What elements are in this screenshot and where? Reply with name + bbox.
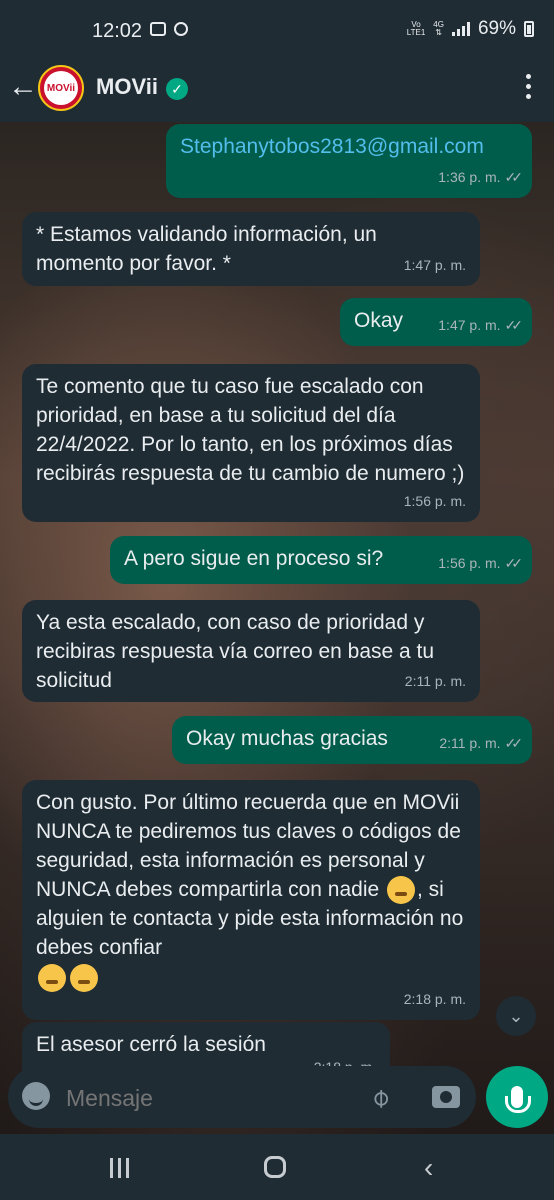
message-bubble[interactable]: Okay muchas gracias 2:11 p. m. ✓✓	[172, 716, 532, 764]
avatar[interactable]: MOVii	[38, 65, 84, 111]
message-meta: 1:47 p. m.	[404, 251, 466, 280]
battery-percent: 69%	[477, 18, 516, 39]
monocle-face-emoji-icon	[38, 963, 66, 992]
message-text: A pero sigue en proceso si?	[124, 547, 384, 570]
message-bubble[interactable]: A pero sigue en proceso si? 1:56 p. m. ✓✓	[110, 536, 532, 584]
status-time: 12:02	[92, 20, 143, 42]
message-bubble[interactable]: Stephanytobos2813@gmail.com 1:36 p. m. ✓✓	[166, 124, 532, 198]
mic-icon[interactable]	[486, 1066, 548, 1128]
emoji-icon[interactable]	[22, 1082, 50, 1110]
home-icon[interactable]	[264, 1156, 286, 1178]
message-time: 1:47 p. m.	[403, 257, 466, 273]
message-time: 2:11 p. m.	[404, 673, 466, 689]
message-time: 2:11 p. m.	[439, 735, 501, 751]
message-meta: 2:11 p. m.	[405, 667, 466, 696]
message-meta: 1:56 p. m. ✓✓	[438, 549, 524, 578]
composer: ⌀	[0, 1062, 554, 1134]
status-bar: 12:02 Vo LTE1 4G ⇅ 69%	[0, 0, 554, 60]
contact-name[interactable]: MOVii	[96, 74, 158, 100]
message-meta: 1:47 p. m. ✓✓	[438, 311, 524, 340]
message-meta: 1:36 p. m. ✓✓	[438, 163, 524, 192]
system-nav-bar: ‹	[0, 1134, 554, 1200]
chevron-down-icon[interactable]: ⌄	[496, 996, 536, 1036]
message-time: 1:36 p. m.	[438, 169, 501, 185]
verified-icon: ✓	[166, 78, 188, 100]
message-time: 1:56 p. m.	[403, 493, 466, 509]
double-check-icon: ✓✓	[504, 555, 524, 571]
status-notification-icons	[150, 22, 188, 36]
more-vert-icon[interactable]	[526, 74, 532, 99]
message-bubble[interactable]: * Estamos validando información, un mome…	[22, 212, 480, 286]
message-text: Okay	[354, 309, 404, 332]
message-time: 1:56 p. m.	[438, 555, 501, 571]
message-bubble[interactable]: Ya esta escalado, con caso de prioridad …	[22, 600, 480, 702]
chat-header: ← MOVii MOVii ✓	[0, 60, 554, 122]
battery-icon	[524, 21, 534, 37]
status-right: Vo LTE1 4G ⇅ 69%	[407, 18, 534, 40]
message-meta: 2:11 p. m. ✓✓	[439, 729, 524, 758]
message-bubble[interactable]: Te comento que tu caso fue escalado con …	[22, 364, 480, 522]
message-meta: 2:18 p. m.	[404, 985, 466, 1014]
raised-eyebrow-emoji-icon	[70, 963, 98, 992]
message-time: 2:18 p. m.	[403, 991, 466, 1007]
message-text: Te comento que tu caso fue escalado con …	[36, 375, 465, 485]
zipper-mouth-emoji-icon	[387, 876, 416, 905]
back-arrow-icon[interactable]: ←	[8, 72, 38, 102]
avatar-logo: MOVii	[44, 71, 78, 105]
attach-icon[interactable]: ⌀	[363, 1081, 396, 1114]
recent-apps-icon[interactable]	[110, 1158, 129, 1178]
message-meta: 1:56 p. m.	[404, 487, 466, 516]
message-text[interactable]: Stephanytobos2813@gmail.com	[180, 135, 484, 158]
chat-area[interactable]: Stephanytobos2813@gmail.com 1:36 p. m. ✓✓…	[0, 122, 554, 1134]
double-check-icon: ✓✓	[504, 735, 524, 751]
nav-back-icon[interactable]: ‹	[424, 1152, 433, 1184]
message-text: * Estamos validando información, un mome…	[36, 223, 377, 275]
camera-notification-icon	[174, 22, 188, 36]
message-time: 1:47 p. m.	[438, 317, 501, 333]
message-text: Okay muchas gracias	[186, 727, 388, 750]
message-bubble[interactable]: Con gusto. Por último recuerda que en MO…	[22, 780, 480, 1020]
message-text: Ya esta escalado, con caso de prioridad …	[36, 611, 435, 692]
network-type-indicator: 4G ⇅	[433, 20, 444, 37]
camera-icon[interactable]	[432, 1086, 460, 1108]
message-text: El asesor cerró la sesión	[36, 1033, 266, 1056]
voicemail-icon	[150, 22, 166, 36]
message-input-container[interactable]: ⌀	[8, 1066, 476, 1128]
message-bubble[interactable]: Okay 1:47 p. m. ✓✓	[340, 298, 532, 346]
double-check-icon: ✓✓	[504, 317, 524, 333]
message-input[interactable]	[64, 1084, 358, 1113]
signal-icon	[451, 22, 470, 36]
volte-indicator: Vo LTE1	[406, 20, 426, 37]
double-check-icon: ✓✓	[504, 169, 524, 185]
